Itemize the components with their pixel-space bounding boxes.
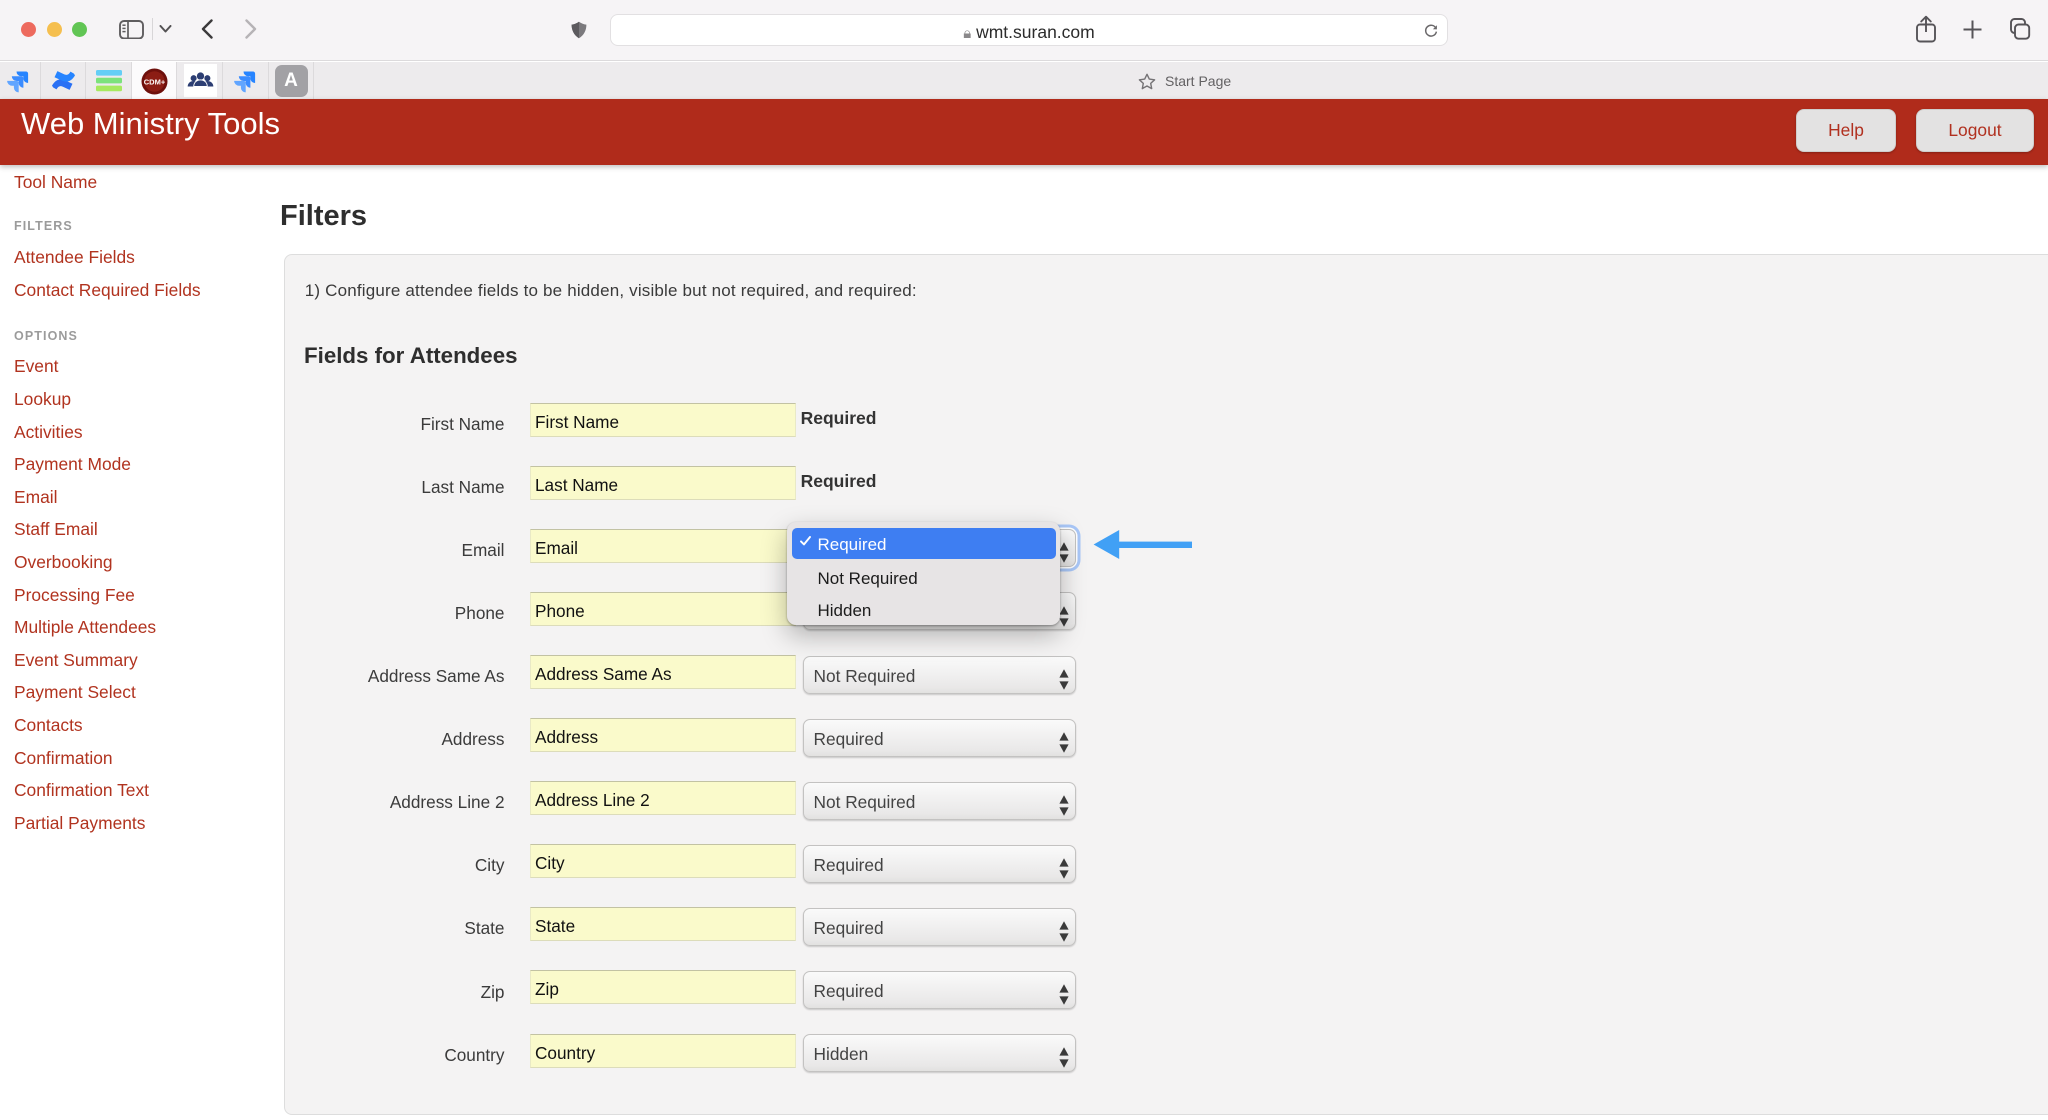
svg-text:CDM+: CDM+: [144, 77, 166, 86]
